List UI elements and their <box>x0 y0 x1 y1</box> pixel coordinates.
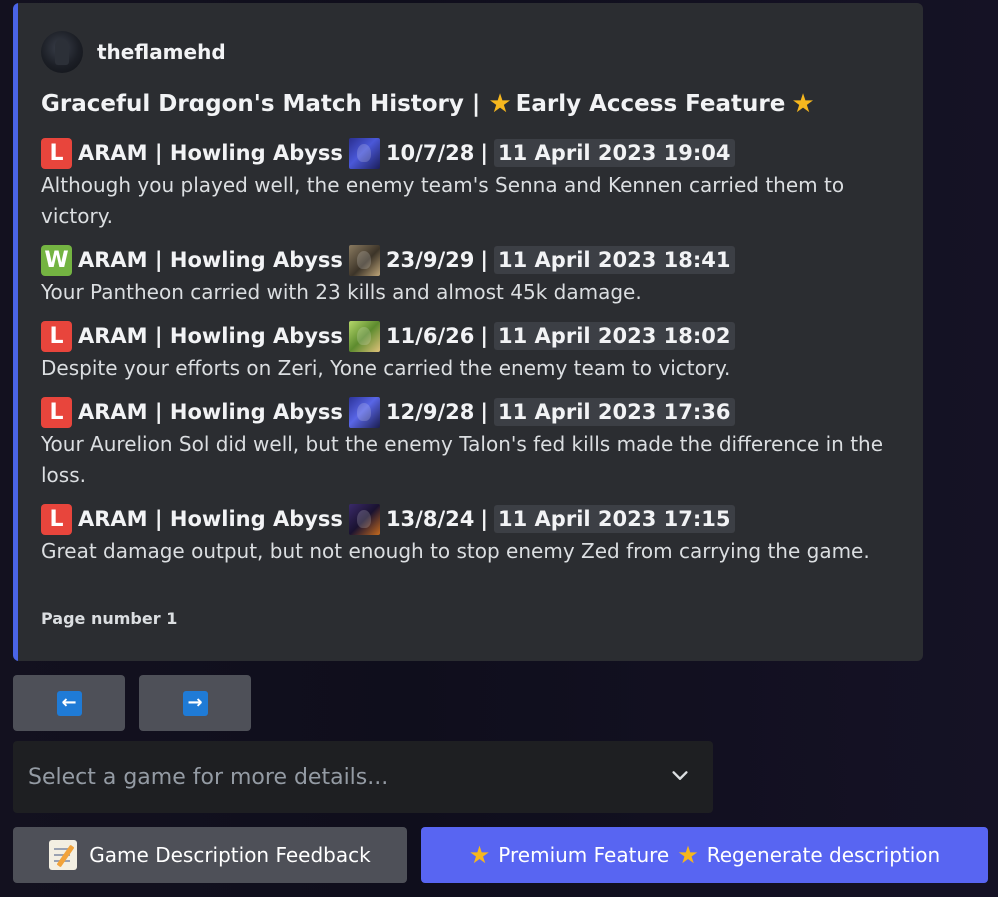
previous-page-button[interactable]: ← <box>13 675 125 731</box>
right-arrow-icon: → <box>182 690 208 716</box>
zeri-icon <box>348 320 380 352</box>
zed-icon <box>348 503 380 535</box>
game-kda: 12/9/28 <box>385 400 475 424</box>
game-header: W ARAM | Howling Abyss 23/9/29 | 11 Apri… <box>41 244 901 276</box>
pantheon-icon <box>348 244 380 276</box>
game-kda: 23/9/29 <box>385 248 475 272</box>
embed-title-feature: Early Access Feature <box>515 91 786 117</box>
game-description: Your Pantheon carried with 23 kills and … <box>41 280 642 304</box>
game-kda: 10/7/28 <box>385 141 475 165</box>
author-name[interactable]: theflamehd <box>97 40 226 64</box>
embed-footer: Page number 1 <box>41 609 178 628</box>
match-history-embed: theflamehd Graceful Drɑgon's Match Histo… <box>13 3 923 661</box>
game-mode: ARAM | Howling Abyss <box>78 324 343 348</box>
regenerate-label: Regenerate description <box>706 843 941 867</box>
game-entry: L ARAM | Howling Abyss 11/6/26 | 11 Apri… <box>41 320 901 384</box>
kennen-icon <box>348 137 380 169</box>
loss-badge: L <box>41 137 72 169</box>
left-arrow-icon: ← <box>56 690 82 716</box>
game-timestamp[interactable]: 11 April 2023 19:04 <box>494 139 735 167</box>
game-mode: ARAM | Howling Abyss <box>78 248 343 272</box>
game-timestamp[interactable]: 11 April 2023 17:36 <box>494 398 735 426</box>
loss-badge: L <box>41 503 72 535</box>
game-select-dropdown[interactable]: Select a game for more details... <box>13 741 713 813</box>
game-entry: W ARAM | Howling Abyss 23/9/29 | 11 Apri… <box>41 244 901 308</box>
aurelion-sol-icon <box>348 396 380 428</box>
game-kda: 11/6/26 <box>385 324 475 348</box>
memo-icon <box>49 840 78 870</box>
author-avatar[interactable] <box>41 31 83 73</box>
game-mode: ARAM | Howling Abyss <box>78 400 343 424</box>
separator: | <box>480 507 489 531</box>
loss-badge: L <box>41 320 72 352</box>
game-timestamp[interactable]: 11 April 2023 17:15 <box>494 505 735 533</box>
embed-title: Graceful Drɑgon's Match History | ★ Earl… <box>41 91 819 117</box>
game-mode: ARAM | Howling Abyss <box>78 141 343 165</box>
regenerate-description-button[interactable]: ★ Premium Feature ★ Regenerate descripti… <box>421 827 988 883</box>
game-entry: L ARAM | Howling Abyss 13/8/24 | 11 Apri… <box>41 503 901 567</box>
embed-author: theflamehd <box>41 31 226 73</box>
game-description: Although you played well, the enemy team… <box>41 173 845 228</box>
separator: | <box>480 400 489 424</box>
separator: | <box>480 141 489 165</box>
games-list: L ARAM | Howling Abyss 10/7/28 | 11 Apri… <box>41 137 901 579</box>
game-description-feedback-button[interactable]: Game Description Feedback <box>13 827 407 883</box>
game-timestamp[interactable]: 11 April 2023 18:02 <box>494 322 735 350</box>
select-placeholder: Select a game for more details... <box>28 764 389 790</box>
game-description: Your Aurelion Sol did well, but the enem… <box>41 432 884 487</box>
chevron-down-icon <box>672 771 688 780</box>
game-description: Great damage output, but not enough to s… <box>41 539 870 563</box>
premium-feature-label: Premium Feature <box>498 843 670 867</box>
game-header: L ARAM | Howling Abyss 12/9/28 | 11 Apri… <box>41 396 901 428</box>
game-header: L ARAM | Howling Abyss 13/8/24 | 11 Apri… <box>41 503 901 535</box>
star-icon: ★ <box>677 841 699 869</box>
embed-title-text: Graceful Drɑgon's Match History | <box>41 91 481 117</box>
win-badge: W <box>41 244 72 276</box>
game-entry: L ARAM | Howling Abyss 10/7/28 | 11 Apri… <box>41 137 901 232</box>
star-icon: ★ <box>468 841 491 869</box>
star-icon: ★ <box>791 89 815 119</box>
feedback-button-label: Game Description Feedback <box>89 843 371 867</box>
game-header: L ARAM | Howling Abyss 11/6/26 | 11 Apri… <box>41 320 901 352</box>
game-timestamp[interactable]: 11 April 2023 18:41 <box>494 246 735 274</box>
game-kda: 13/8/24 <box>385 507 475 531</box>
game-mode: ARAM | Howling Abyss <box>78 507 343 531</box>
game-entry: L ARAM | Howling Abyss 12/9/28 | 11 Apri… <box>41 396 901 491</box>
separator: | <box>480 324 489 348</box>
game-header: L ARAM | Howling Abyss 10/7/28 | 11 Apri… <box>41 137 901 169</box>
loss-badge: L <box>41 396 72 428</box>
star-icon: ★ <box>488 89 512 119</box>
separator: | <box>480 248 489 272</box>
next-page-button[interactable]: → <box>139 675 251 731</box>
game-description: Despite your efforts on Zeri, Yone carri… <box>41 356 731 380</box>
